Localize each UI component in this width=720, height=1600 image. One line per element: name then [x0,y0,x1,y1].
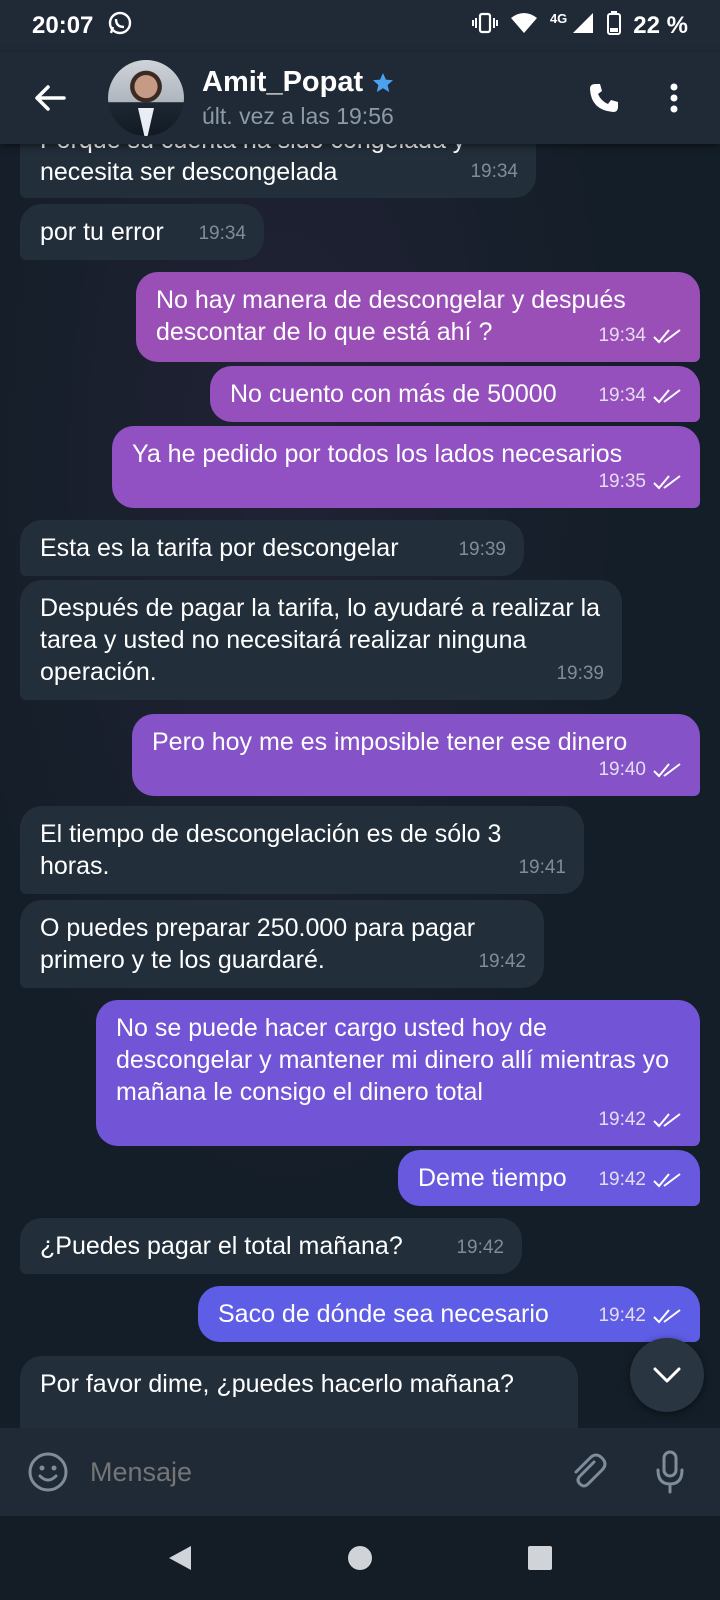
message-incoming[interactable]: Esta es la tarifa por descongelar 19:39 [20,520,524,576]
contact-info[interactable]: Amit_Popat últ. vez a las 19:56 [202,66,395,130]
message-composer [0,1428,720,1516]
attach-button[interactable] [562,1446,614,1498]
message-outgoing[interactable]: Pero hoy me es imposible tener ese diner… [132,714,700,796]
double-check-icon [653,475,681,490]
double-check-icon [653,763,681,778]
message-text: No se puede hacer cargo usted hoy de des… [116,1014,670,1106]
message-time: 19:34 [598,385,646,406]
nav-home-button[interactable] [340,1538,380,1578]
double-check-icon [653,389,681,404]
chevron-down-icon [653,1367,681,1383]
star-icon [373,72,394,92]
nav-back-button[interactable] [160,1538,200,1578]
message-time: 19:40 [598,759,646,780]
network-type: 4G [549,10,568,26]
more-vertical-icon [670,83,678,113]
message-incoming[interactable]: O puedes preparar 250.000 para pagar pri… [20,900,544,988]
signal-icon [571,11,595,42]
nav-recents-button[interactable] [520,1538,560,1578]
message-outgoing[interactable]: No cuento con más de 50000 19:34 [210,366,700,422]
message-time: 19:42 [598,1305,646,1326]
message-outgoing[interactable]: Deme tiempo 19:42 [398,1150,700,1206]
vibrate-icon [471,11,498,42]
message-outgoing[interactable]: Ya he pedido por todos los lados necesar… [112,426,700,508]
message-text: ¿Puedes pagar el total mañana? [40,1232,403,1260]
message-outgoing[interactable]: Saco de dónde sea necesario 19:42 [198,1286,700,1342]
call-button[interactable] [576,70,632,126]
chat-header: Amit_Popat últ. vez a las 19:56 [0,52,720,144]
message-time: 19:39 [556,663,604,684]
message-incoming[interactable]: ¿Puedes pagar el total mañana? 19:42 [20,1218,522,1274]
message-time: 19:34 [470,161,518,182]
wifi-icon [510,12,538,41]
message-time: 19:42 [598,1169,646,1190]
message-time: 19:42 [456,1237,504,1258]
message-text: Después de pagar la tarifa, lo ayudaré a… [40,594,601,686]
message-text: El tiempo de descongelación es de sólo 3… [40,820,502,880]
chat-area[interactable]: Porque su cuenta ha sido congelada y nec… [0,144,720,1428]
message-time: 19:39 [458,539,506,560]
whatsapp-icon [107,10,133,43]
scroll-down-button[interactable] [630,1338,704,1412]
last-seen: últ. vez a las 19:56 [202,103,394,129]
message-text: Porque su cuenta ha sido congelada y nec… [40,144,465,186]
double-check-icon [653,1309,681,1324]
paperclip-icon [574,1453,607,1488]
double-check-icon [653,329,681,344]
message-incoming[interactable]: Después de pagar la tarifa, lo ayudaré a… [20,580,622,700]
message-time: 19:34 [198,223,246,244]
message-incoming[interactable]: El tiempo de descongelación es de sólo 3… [20,806,584,894]
message-time: 19:35 [598,471,646,492]
battery-level: 22 % [633,12,688,39]
microphone-icon [656,1450,684,1494]
smiley-icon [28,1452,68,1492]
square-recents-icon [528,1546,552,1570]
triangle-back-icon [169,1546,191,1570]
message-outgoing[interactable]: No se puede hacer cargo usted hoy de des… [96,1000,700,1146]
microphone-button[interactable] [644,1446,696,1498]
message-time: 19:41 [518,857,566,878]
arrow-left-icon [35,85,66,111]
message-text: Por favor dime, ¿puedes hacerlo mañana? [40,1370,514,1398]
battery-icon [607,10,622,42]
double-check-icon [653,1113,681,1128]
message-time: 19:42 [478,951,526,972]
status-bar: 20:07 4G 22 % [0,0,720,52]
double-check-icon [653,1173,681,1188]
contact-name: Amit_Popat [202,66,364,98]
system-nav-bar [0,1516,720,1600]
message-outgoing[interactable]: No hay manera de descongelar y después d… [136,272,700,362]
message-time: 19:42 [598,1109,646,1130]
phone-icon [590,84,618,112]
message-input[interactable] [90,1456,562,1488]
message-incoming[interactable]: Por favor dime, ¿puedes hacerlo mañana? [20,1356,578,1428]
status-time: 20:07 [32,12,94,39]
message-incoming[interactable]: por tu error 19:34 [20,204,264,260]
emoji-button[interactable] [24,1448,72,1496]
message-time: 19:34 [598,325,646,346]
more-options-button[interactable] [646,70,702,126]
message-text: O puedes preparar 250.000 para pagar pri… [40,914,476,974]
message-incoming[interactable]: Porque su cuenta ha sido congelada y nec… [20,144,536,198]
circle-home-icon [348,1546,372,1570]
message-text: Esta es la tarifa por descongelar [40,534,399,562]
back-button[interactable] [24,72,76,124]
avatar[interactable] [108,60,184,136]
